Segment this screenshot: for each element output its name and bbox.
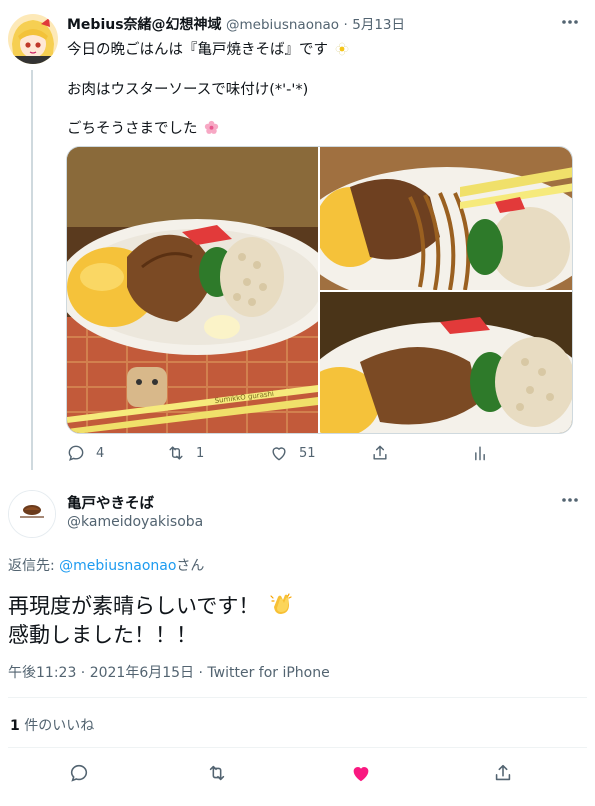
retweet-count: 1	[196, 445, 205, 461]
retweet-icon[interactable]	[206, 762, 228, 784]
share-icon[interactable]	[492, 762, 514, 784]
separator: ·	[343, 17, 348, 33]
tweet-actions	[0, 762, 595, 786]
likes-label: 件のいいね	[19, 718, 95, 734]
heart-filled-icon[interactable]	[350, 762, 372, 784]
retweet-icon	[169, 446, 183, 460]
retweet-button[interactable]: 1	[166, 443, 204, 463]
cherry-blossom-emoji-icon	[204, 120, 219, 134]
tweet-timestamp[interactable]: 午後11:23 · 2021年6月15日 · Twitter for iPhon…	[8, 662, 330, 682]
reply-text-line: 再現度が素晴らしいです！	[8, 591, 294, 620]
reply-context: 返信先: @mebiusnaonaoさん	[8, 555, 204, 575]
display-name[interactable]: 亀戸やきそば	[67, 492, 154, 513]
tweet-actions: 4 1 51	[0, 443, 595, 467]
reply-icon	[68, 445, 84, 461]
share-icon	[373, 445, 387, 460]
like-count: 51	[299, 445, 316, 461]
tweet-date[interactable]: 5月13日	[352, 17, 405, 33]
likes-count: 1	[10, 718, 20, 734]
flower-emoji-icon	[335, 42, 348, 56]
divider	[8, 747, 587, 748]
more-icon[interactable]	[559, 14, 581, 30]
handle[interactable]: @kameidoyakisoba	[67, 514, 203, 530]
tweet-header: Mebius奈緒@幻想神域 @mebiusnaonao · 5月13日	[67, 13, 405, 34]
more-icon[interactable]	[559, 492, 581, 508]
tweet-text-line: ごちそうさまでした	[67, 117, 219, 138]
display-name[interactable]: Mebius奈緒@幻想神域	[67, 17, 222, 33]
reply-text-line: 感動しました！！！	[8, 623, 197, 647]
like-icon	[272, 447, 286, 461]
analytics-button[interactable]	[470, 443, 500, 463]
reply-button[interactable]: 4	[66, 443, 104, 463]
clapping-hands-emoji-icon	[270, 593, 292, 614]
food-photo-top-right[interactable]	[320, 147, 572, 290]
reply-prefix: 返信先:	[8, 558, 60, 574]
avatar[interactable]	[8, 490, 56, 538]
tweet-text-line: 今日の晩ごはんは『亀戸焼きそば』です	[67, 38, 349, 59]
reply-icon[interactable]	[68, 762, 90, 784]
food-photo-bottom-right[interactable]	[320, 292, 572, 433]
divider	[8, 697, 587, 698]
food-photo-main[interactable]: SumikkO gurashi	[67, 147, 318, 433]
share-button[interactable]	[370, 443, 400, 463]
thread-connector	[31, 70, 33, 470]
like-button[interactable]: 51	[269, 443, 316, 463]
reply-suffix: さん	[176, 558, 205, 574]
reply-mention-link[interactable]: @mebiusnaonao	[59, 558, 176, 574]
reply-count: 4	[96, 445, 105, 461]
likes-summary[interactable]: 1 件のいいね	[10, 715, 94, 735]
tweet-text-line: お肉はウスターソースで味付け(*'-'*)	[67, 82, 309, 98]
analytics-icon	[475, 446, 485, 461]
avatar[interactable]	[8, 14, 58, 64]
handle[interactable]: @mebiusnaonao	[226, 17, 339, 33]
photo-grid: SumikkO gurashi	[66, 146, 573, 434]
